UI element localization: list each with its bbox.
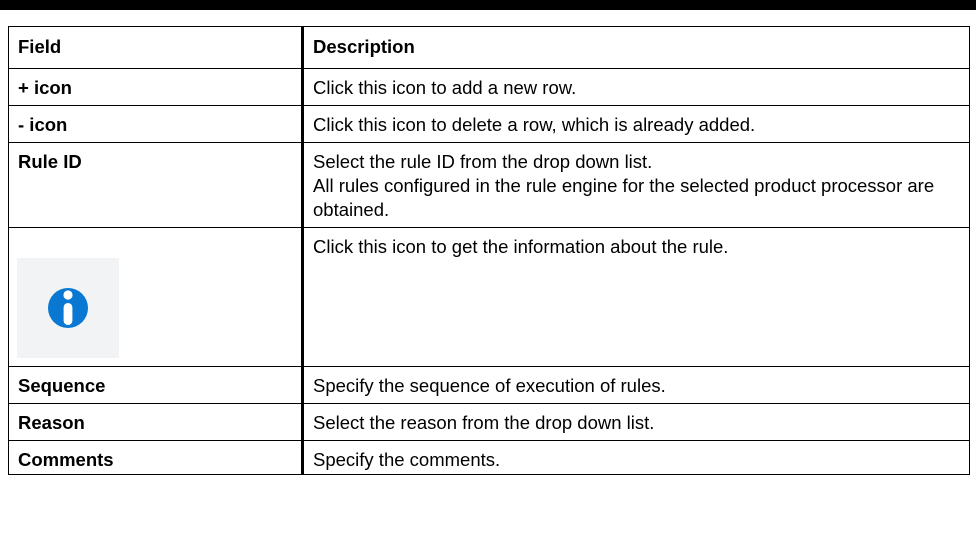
table-header-row: Field Description bbox=[8, 26, 970, 69]
description-text: Select the reason from the drop down lis… bbox=[313, 412, 655, 433]
table-row: - icon Click this icon to delete a row, … bbox=[8, 105, 970, 143]
column-header-field: Field bbox=[8, 26, 304, 69]
description-text: All rules configured in the rule engine … bbox=[313, 175, 935, 220]
description-text: Specify the comments. bbox=[313, 449, 501, 470]
description-text: Select the rule ID from the drop down li… bbox=[313, 151, 653, 172]
field-cell: Reason bbox=[8, 403, 304, 441]
description-cell: Click this icon to delete a row, which i… bbox=[302, 105, 970, 143]
field-cell bbox=[8, 227, 304, 367]
field-cell: + icon bbox=[8, 68, 304, 106]
table-row: Reason Select the reason from the drop d… bbox=[8, 403, 970, 441]
field-description-table: Field Description + icon Click this icon… bbox=[8, 26, 970, 475]
info-icon-graphic bbox=[48, 288, 88, 328]
description-cell: Select the rule ID from the drop down li… bbox=[302, 142, 970, 228]
table-row: Sequence Specify the sequence of executi… bbox=[8, 366, 970, 404]
description-cell: Click this icon to add a new row. bbox=[302, 68, 970, 106]
table-row: + icon Click this icon to add a new row. bbox=[8, 68, 970, 106]
column-header-description: Description bbox=[302, 26, 970, 69]
field-cell: Sequence bbox=[8, 366, 304, 404]
description-cell: Click this icon to get the information a… bbox=[302, 227, 970, 367]
field-cell: - icon bbox=[8, 105, 304, 143]
field-cell: Rule ID bbox=[8, 142, 304, 228]
table-row: Comments Specify the comments. bbox=[8, 440, 970, 475]
table-row: Click this icon to get the information a… bbox=[8, 227, 970, 367]
description-cell: Select the reason from the drop down lis… bbox=[302, 403, 970, 441]
top-divider-bar bbox=[0, 0, 976, 10]
field-cell: Comments bbox=[8, 440, 304, 475]
description-text: Click this icon to get the information a… bbox=[313, 236, 729, 257]
description-text: Specify the sequence of execution of rul… bbox=[313, 375, 666, 396]
description-text: Click this icon to add a new row. bbox=[313, 77, 577, 98]
info-icon bbox=[17, 258, 119, 358]
description-text: Click this icon to delete a row, which i… bbox=[313, 114, 756, 135]
description-cell: Specify the comments. bbox=[302, 440, 970, 475]
description-cell: Specify the sequence of execution of rul… bbox=[302, 366, 970, 404]
table-row: Rule ID Select the rule ID from the drop… bbox=[8, 142, 970, 228]
